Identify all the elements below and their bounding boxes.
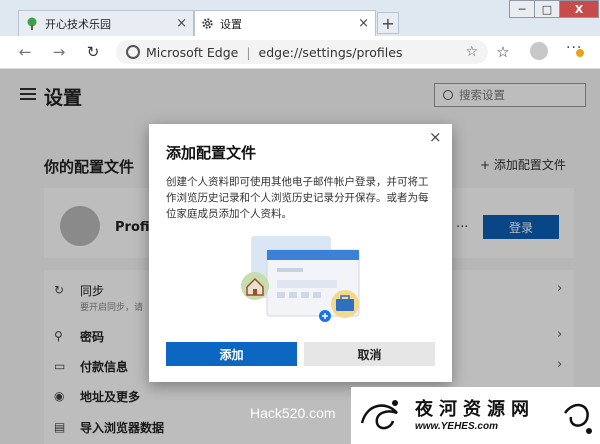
edge-logo-icon: [126, 45, 140, 59]
window-controls: ─ □ X: [509, 0, 599, 20]
address-site: Microsoft Edge: [146, 44, 239, 60]
tab-kaixin[interactable]: 开心技术乐园 ×: [18, 10, 194, 36]
tab-label: 设置: [220, 17, 242, 31]
toolbar: ← → ↻ Microsoft Edge | edge://settings/p…: [0, 36, 600, 69]
forward-icon[interactable]: →: [48, 42, 70, 62]
close-tab-icon[interactable]: ×: [176, 16, 187, 31]
add-profile-dialog: × 添加配置文件 创建个人资料即可使用其他电子邮件帐户登录，并可将工作浏览历史记…: [149, 124, 452, 382]
notification-badge: [576, 49, 584, 57]
profiles-illustration-icon: [241, 236, 360, 322]
address-bar[interactable]: Microsoft Edge | edge://settings/profile…: [116, 40, 488, 64]
dialog-title: 添加配置文件: [166, 144, 257, 162]
favorite-star-icon[interactable]: ☆: [465, 44, 478, 60]
address-url: edge://settings/profiles: [258, 44, 403, 60]
close-tab-icon[interactable]: ×: [358, 16, 369, 31]
watermark-url: www.YEHES.com: [415, 421, 498, 432]
refresh-icon[interactable]: ↻: [82, 42, 104, 62]
dialog-description: 创建个人资料即可使用其他电子邮件帐户登录，并可将工作浏览历史记录和个人浏览历史记…: [166, 176, 429, 220]
close-icon[interactable]: ×: [429, 128, 442, 146]
profile-avatar-icon[interactable]: [530, 42, 548, 60]
tree-icon: [27, 17, 37, 30]
tab-label: 开心技术乐园: [45, 17, 111, 31]
watermark-text: Hack520.com: [250, 405, 336, 421]
watermark-logo: 夜河资源网 www.YEHES.com: [351, 387, 600, 444]
cancel-button[interactable]: 取消: [304, 342, 435, 366]
address-separator: |: [246, 44, 251, 60]
favorites-icon[interactable]: ☆: [492, 42, 514, 62]
gear-icon: [202, 18, 213, 29]
ornament-icon: [563, 403, 592, 434]
watermark-title: 夜河资源网: [415, 399, 535, 420]
maximize-button[interactable]: □: [534, 0, 560, 18]
minimize-button[interactable]: ─: [509, 0, 535, 18]
back-icon[interactable]: ←: [14, 42, 36, 62]
ornament-icon: [360, 400, 398, 430]
close-window-button[interactable]: X: [559, 0, 599, 18]
add-button[interactable]: 添加: [166, 342, 297, 366]
new-tab-button[interactable]: +: [377, 12, 399, 34]
tab-settings[interactable]: 设置 ×: [194, 10, 376, 36]
